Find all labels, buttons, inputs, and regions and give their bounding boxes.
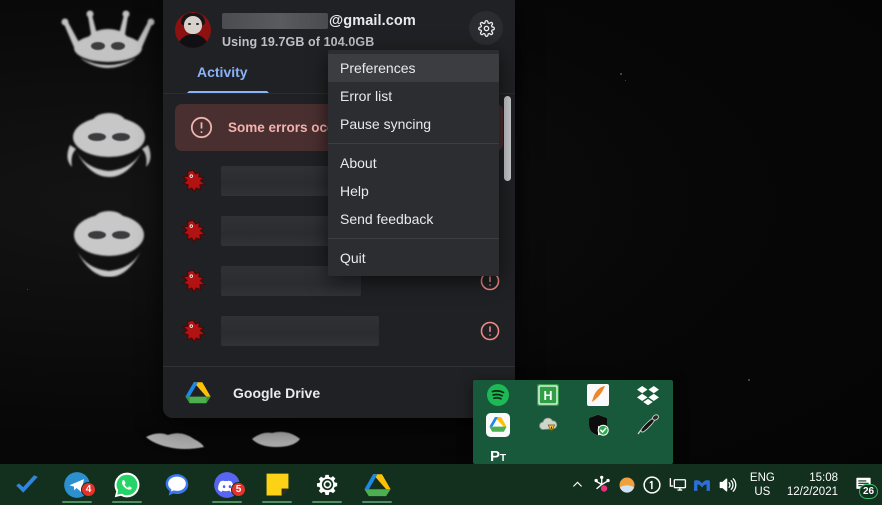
- taskbar-item-todoist-check[interactable]: [6, 465, 48, 504]
- account-info: @gmail.com Using 19.7GB of 104.0GB: [211, 10, 469, 49]
- hyper-h-icon[interactable]: H: [536, 383, 560, 407]
- red-blob-file-icon: [181, 169, 207, 193]
- error-circle-icon[interactable]: [479, 320, 501, 342]
- hidden-icons-flyout: H PT: [473, 380, 673, 464]
- file-name-redacted: [221, 316, 379, 346]
- red-blob-file-icon: [181, 319, 207, 343]
- wallpaper-shape-1: [58, 10, 158, 88]
- menu-item-error-list[interactable]: Error list: [328, 82, 499, 110]
- menu-item-pause-syncing[interactable]: Pause syncing: [328, 110, 499, 138]
- google-drive-icon: [185, 382, 211, 404]
- orange-swoosh-icon[interactable]: [586, 383, 610, 407]
- sticky-notes-icon: [266, 473, 288, 496]
- settings-gear-icon: [316, 474, 337, 496]
- language-line-2: US: [754, 485, 771, 498]
- menu-item-about[interactable]: About: [328, 149, 499, 177]
- taskbar-item-whatsapp[interactable]: [106, 465, 148, 504]
- volume-icon[interactable]: [715, 465, 740, 504]
- vertical-scrollbar[interactable]: [504, 96, 511, 181]
- menu-separator: [328, 143, 499, 144]
- badge-count: 5: [231, 482, 246, 497]
- taskbar-item-signal[interactable]: [156, 465, 198, 504]
- signal-icon: [165, 473, 189, 496]
- notification-badge-count: 26: [859, 484, 878, 499]
- red-blob-file-icon: [181, 269, 207, 293]
- language-line-1: ENG: [749, 471, 775, 484]
- system-tray: ENG US 15:08 12/2/2021 26: [565, 465, 882, 504]
- pt-text-icon[interactable]: PT: [486, 440, 510, 464]
- red-blob-file-icon: [181, 219, 207, 243]
- tab-activity[interactable]: Activity: [175, 52, 270, 92]
- warning-cloud-icon[interactable]: [536, 413, 560, 437]
- remote-display-icon[interactable]: [665, 465, 690, 504]
- audio-speaker-icon[interactable]: [636, 413, 660, 437]
- clock-time: 15:08: [809, 471, 838, 484]
- taskbar-item-google-drive[interactable]: [356, 465, 398, 504]
- pt-icon-letter-t: T: [499, 453, 507, 464]
- taskbar-app-buttons: 4 5: [0, 465, 398, 504]
- storage-quota-text: Using 19.7GB of 104.0GB: [222, 35, 375, 49]
- whatsapp-icon: [114, 472, 140, 497]
- dropbox-icon[interactable]: [636, 383, 660, 407]
- shield-check-icon[interactable]: [586, 413, 610, 437]
- clock[interactable]: 15:08 12/2/2021: [783, 471, 848, 499]
- language-indicator[interactable]: ENG US: [740, 471, 783, 499]
- drive-panel-header: @gmail.com Using 19.7GB of 104.0GB: [163, 0, 515, 52]
- menu-item-help[interactable]: Help: [328, 177, 499, 205]
- account-email-redacted: [222, 12, 328, 29]
- taskbar-item-sticky-notes[interactable]: [256, 465, 298, 504]
- avatar[interactable]: [175, 12, 211, 48]
- menu-item-send-feedback[interactable]: Send feedback: [328, 205, 499, 233]
- todoist-check-icon: [16, 474, 38, 493]
- wallpaper-shape-5: [250, 425, 304, 451]
- gear-icon[interactable]: [469, 11, 503, 45]
- pink-dot-app-icon[interactable]: [590, 465, 615, 504]
- menu-separator: [328, 238, 499, 239]
- menu-item-preferences[interactable]: Preferences: [328, 54, 499, 82]
- taskbar-item-settings[interactable]: [306, 465, 348, 504]
- wallpaper-shape-2: [62, 105, 157, 180]
- google-drive-icon[interactable]: [486, 413, 510, 437]
- taskbar: 4 5 ENG US 15:08 12/2/2021 26: [0, 464, 882, 505]
- wallpaper-shape-4: [142, 425, 206, 451]
- orange-sphere-icon[interactable]: [615, 465, 640, 504]
- account-email-domain: @gmail.com: [329, 12, 416, 29]
- wallpaper-shape-3: [63, 205, 155, 277]
- panel-footer[interactable]: Google Drive: [163, 366, 515, 418]
- onepassword-icon[interactable]: [640, 465, 665, 504]
- show-hidden-icons-chevron[interactable]: [565, 465, 590, 504]
- menu-item-quit[interactable]: Quit: [328, 244, 499, 272]
- notification-center[interactable]: 26: [848, 465, 878, 504]
- panel-footer-label: Google Drive: [233, 384, 321, 401]
- settings-context-menu: Preferences Error list Pause syncing Abo…: [328, 50, 499, 276]
- badge-count: 4: [81, 482, 96, 497]
- svg-text:H: H: [543, 389, 552, 403]
- pt-icon-letter-p: P: [489, 448, 500, 465]
- error-circle-icon: [190, 116, 213, 139]
- clock-date: 12/2/2021: [786, 485, 838, 498]
- malwarebytes-m-icon[interactable]: [690, 465, 715, 504]
- spotify-icon[interactable]: [486, 383, 510, 407]
- taskbar-item-telegram[interactable]: 4: [56, 465, 98, 504]
- list-item[interactable]: [163, 306, 515, 356]
- taskbar-item-discord[interactable]: 5: [206, 465, 248, 504]
- google-drive-icon: [363, 473, 391, 496]
